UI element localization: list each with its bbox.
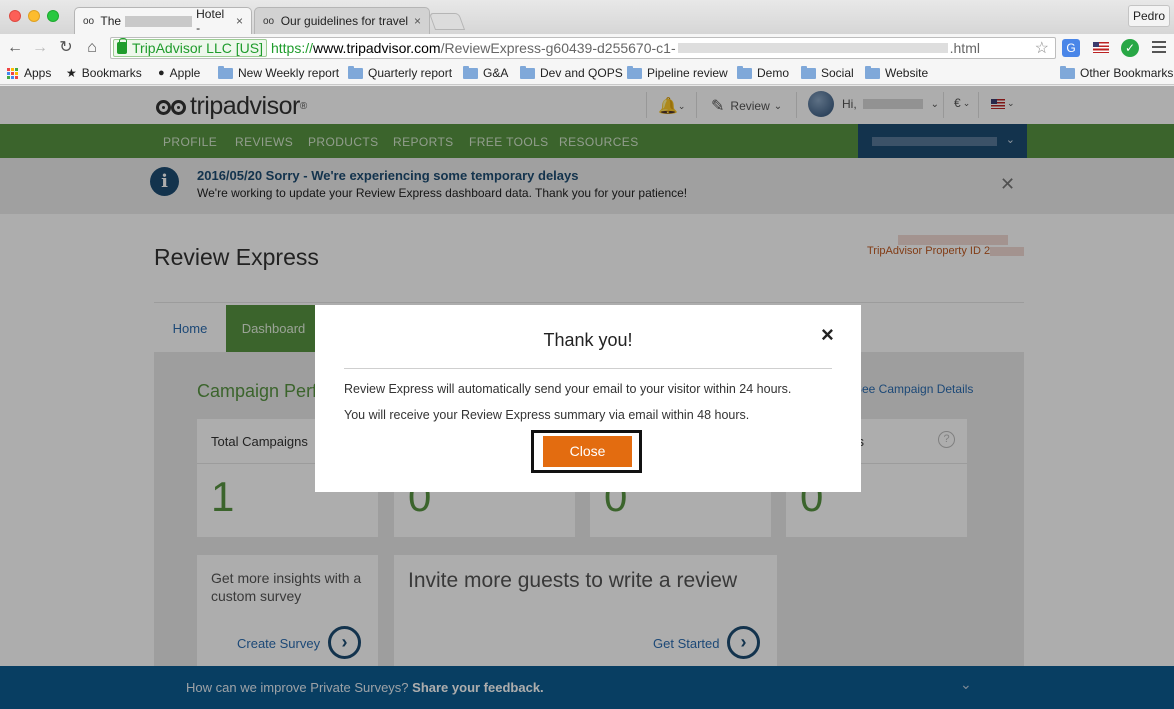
browser-tab-guidelines[interactable]: oo Our guidelines for traveler ×	[254, 7, 430, 34]
bookmark-label: New Weekly report	[238, 66, 340, 80]
window-zoom-button[interactable]	[47, 10, 59, 22]
reload-icon[interactable]: ↻	[56, 38, 76, 58]
bookmark-other[interactable]: Other Bookmarks	[1060, 65, 1174, 80]
bookmark-apple[interactable]: ● Apple	[158, 66, 200, 80]
bookmark-label: Dev and QOPS	[540, 66, 623, 80]
tab-close-icon[interactable]: ×	[408, 14, 421, 28]
ev-certificate-badge[interactable]: TripAdvisor LLC [US]	[113, 38, 267, 57]
bookmark-label: G&A	[483, 66, 509, 80]
translate-extension-icon[interactable]: G	[1062, 39, 1080, 57]
url-suffix: .html	[949, 40, 980, 56]
bookmark-label: Apps	[24, 66, 52, 80]
bookmark-ga[interactable]: G&A	[463, 65, 509, 80]
window-close-button[interactable]	[9, 10, 21, 22]
address-bar[interactable]: TripAdvisor LLC [US] https:// www.tripad…	[110, 37, 1056, 59]
window-minimize-button[interactable]	[28, 10, 40, 22]
bookmark-weekly-report[interactable]: New Weekly report	[218, 65, 340, 80]
folder-icon	[627, 65, 642, 79]
bookmark-dev-qops[interactable]: Dev and QOPS	[520, 65, 623, 80]
bookmark-label: Social	[821, 66, 854, 80]
url-host: www.tripadvisor.com	[313, 40, 441, 56]
folder-icon	[865, 65, 880, 79]
redacted-text	[677, 43, 948, 53]
bookmark-apps[interactable]: Apps	[7, 66, 51, 80]
bookmark-demo[interactable]: Demo	[737, 65, 790, 80]
folder-icon	[348, 65, 363, 79]
redacted-text	[125, 15, 193, 27]
forward-arrow-icon[interactable]: →	[30, 38, 50, 58]
tripadvisor-favicon-icon: oo	[83, 15, 95, 27]
divider	[344, 368, 832, 369]
tab-label: Hotel -	[196, 7, 225, 35]
dialog-message-line: Review Express will automatically send y…	[344, 382, 792, 396]
bookmark-label: Pipeline review	[647, 66, 728, 80]
folder-icon	[737, 65, 752, 79]
us-flag-extension-icon[interactable]	[1092, 39, 1110, 57]
bookmark-website[interactable]: Website	[865, 65, 929, 80]
bookmark-social[interactable]: Social	[801, 65, 854, 80]
chrome-menu-icon[interactable]	[1152, 41, 1166, 56]
back-arrow-icon[interactable]: ←	[5, 38, 25, 58]
folder-icon	[801, 65, 816, 79]
tab-close-icon[interactable]: ×	[230, 14, 243, 28]
url-path: /ReviewExpress-g60439-d255670-c1-	[440, 40, 676, 56]
tab-label: The	[100, 14, 122, 28]
tripadvisor-favicon-icon: oo	[263, 15, 275, 27]
folder-icon	[520, 65, 535, 79]
bookmark-label: Website	[885, 66, 929, 80]
close-icon[interactable]: ×	[821, 322, 834, 348]
folder-icon	[463, 65, 478, 79]
browser-toolbar: ← → ↻ ⌂ TripAdvisor LLC [US] https:// ww…	[0, 34, 1174, 62]
new-tab-button[interactable]	[428, 13, 466, 30]
bookmark-label: Bookmarks	[81, 66, 142, 80]
bookmark-star-icon[interactable]: ☆	[1035, 38, 1049, 58]
star-icon: ★	[66, 66, 77, 80]
bookmark-label: Other Bookmarks	[1080, 66, 1174, 80]
thank-you-dialog: Thank you! × Review Express will automat…	[315, 305, 861, 492]
dialog-title: Thank you!	[543, 330, 633, 350]
url-scheme: https://	[270, 40, 313, 56]
profile-button[interactable]: Pedro	[1128, 5, 1170, 27]
bookmark-label: Demo	[757, 66, 790, 80]
bookmark-bookmarks[interactable]: ★ Bookmarks	[66, 66, 142, 80]
tab-label: Our guidelines for traveler	[280, 14, 408, 28]
bookmark-label: Apple	[169, 66, 201, 80]
browser-titlebar: oo The Hotel - × oo Our guidelines for t…	[0, 0, 1174, 35]
focus-outline: Close	[531, 430, 642, 473]
bookmark-quarterly-report[interactable]: Quarterly report	[348, 65, 453, 80]
close-button[interactable]: Close	[543, 436, 632, 467]
web-page: tripadvisor ® 🔔 ⌄ ✎ Review ⌄ Hi, ⌄ € ⌄ ⌄ P…	[0, 86, 1174, 709]
apple-icon: ●	[158, 67, 165, 79]
green-extension-icon[interactable]: ✓	[1121, 39, 1139, 57]
bookmark-label: Quarterly report	[368, 66, 453, 80]
home-icon[interactable]: ⌂	[82, 38, 102, 58]
bookmark-pipeline-review[interactable]: Pipeline review	[627, 65, 728, 80]
apps-grid-icon	[7, 67, 18, 79]
dialog-message-line: You will receive your Review Express sum…	[344, 408, 750, 422]
lock-icon	[117, 38, 127, 54]
bookmarks-bar: Apps ★ Bookmarks ● Apple New Weekly repo…	[0, 62, 1174, 85]
folder-icon	[1060, 65, 1075, 79]
ev-certificate-label: TripAdvisor LLC [US]	[132, 40, 263, 56]
browser-tab-hotel[interactable]: oo The Hotel - ×	[74, 7, 252, 35]
folder-icon	[218, 65, 233, 79]
